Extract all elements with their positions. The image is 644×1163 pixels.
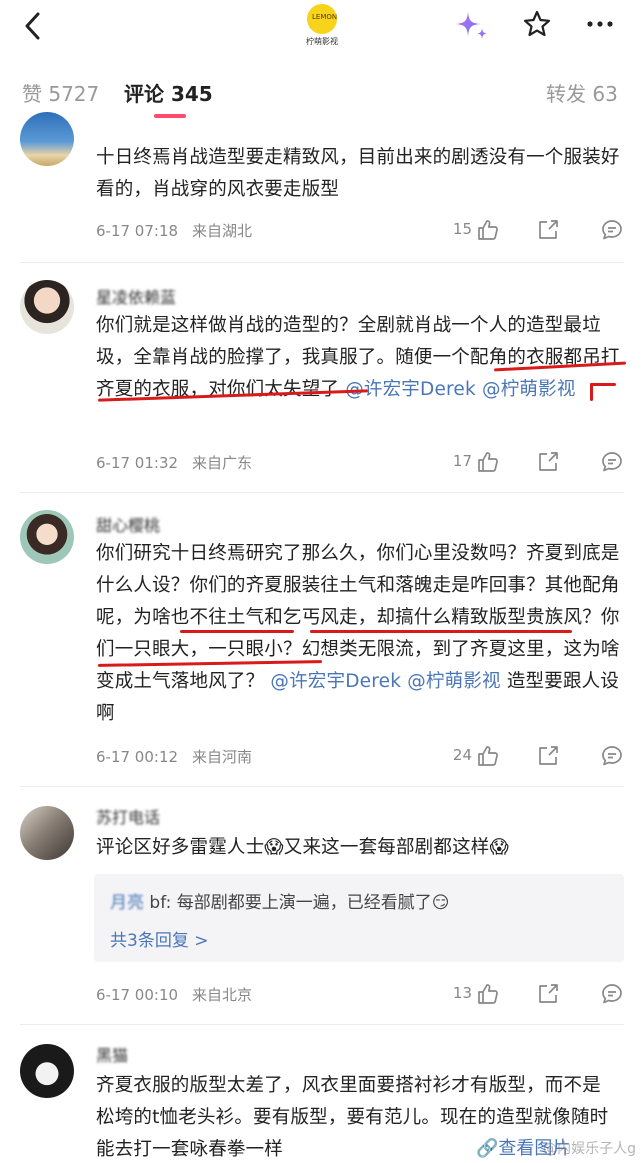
star-icon[interactable] — [522, 9, 552, 39]
tab-bar: 赞 5727 评论 345 转发 63 — [0, 68, 644, 118]
divider — [20, 1024, 624, 1025]
share-icon[interactable] — [536, 982, 560, 1006]
share-icon[interactable] — [536, 450, 560, 474]
username[interactable]: 黑猫 — [96, 1042, 128, 1066]
more-icon[interactable] — [585, 12, 615, 36]
comment-bubble-icon[interactable] — [600, 744, 624, 768]
divider — [20, 262, 624, 263]
divider — [20, 786, 624, 787]
share-icon[interactable] — [536, 218, 560, 242]
comment-actions: 17 — [446, 450, 626, 474]
thumb-up-icon[interactable] — [476, 450, 500, 474]
timestamp: 6-17 01:32 — [96, 454, 179, 472]
red-underline-mark — [590, 383, 616, 386]
username[interactable]: 甜心樱桃 — [96, 512, 160, 536]
comment-meta: 6-17 07:18 来自湖北 — [96, 220, 252, 241]
lemon-logo: LEMON 柠萌影视 — [299, 4, 345, 52]
comment-meta: 6-17 00:12 来自河南 — [96, 746, 252, 767]
thumb-up-icon[interactable] — [476, 218, 500, 242]
comment-actions: 24 — [446, 744, 626, 768]
mention-link[interactable]: @柠萌影视 — [407, 671, 501, 692]
comment-text: 十日终焉肖战造型要走精致风，目前出来的剧透没有一个服装好看的，肖战穿的风衣要走版… — [96, 147, 620, 200]
timestamp: 6-17 00:12 — [96, 748, 179, 766]
comment-bubble-icon[interactable] — [600, 450, 624, 474]
comment-meta: 6-17 00:10 来自北京 — [96, 984, 252, 1005]
comment-text: 你们研究十日终焉研究了那么久，你们心里没数吗？齐夏到底是什么人设？你们的齐夏服装… — [96, 538, 624, 730]
avatar[interactable] — [20, 1044, 74, 1098]
comment-actions: 15 — [446, 218, 626, 242]
comment-bubble-icon[interactable] — [600, 982, 624, 1006]
reply-text: bf: 每部剧都要上演一遍，已经看腻了😏 — [149, 893, 450, 913]
tab-reposts[interactable]: 转发 63 — [546, 78, 618, 107]
like-count: 15 — [452, 220, 472, 238]
share-icon[interactable] — [536, 744, 560, 768]
logo-badge: LEMON — [307, 4, 337, 34]
comment-bubble-icon[interactable] — [600, 218, 624, 242]
tab-comments[interactable]: 评论 345 — [124, 78, 213, 107]
link-icon: 🔗 — [476, 1138, 499, 1159]
comment-text: 评论区好多雷霆人士😱又来这一套每部剧都这样😱 — [96, 837, 509, 858]
username[interactable]: 星凌依赖蓝 — [96, 284, 176, 308]
avatar[interactable] — [20, 510, 74, 564]
active-tab-indicator — [154, 114, 186, 118]
timestamp: 6-17 00:10 — [96, 986, 179, 1004]
comment-meta: 6-17 01:32 来自广东 — [96, 452, 252, 473]
reply-username[interactable]: 月亮 — [110, 893, 144, 913]
logo-text: 柠萌影视 — [306, 37, 338, 46]
sparkle-icon[interactable] — [454, 10, 490, 42]
comment-body: 你们研究十日终焉研究了那么久，你们心里没数吗？齐夏到底是什么人设？你们的齐夏服装… — [96, 543, 620, 692]
like-count: 24 — [452, 746, 472, 764]
top-bar: LEMON 柠萌影视 — [0, 0, 644, 56]
location: 来自湖北 — [192, 222, 253, 240]
location: 来自广东 — [192, 454, 253, 472]
thumb-up-icon[interactable] — [476, 744, 500, 768]
username[interactable]: 苏打电话 — [96, 804, 160, 828]
red-underline-mark — [180, 630, 294, 633]
reply-preview[interactable]: 月亮 bf: 每部剧都要上演一遍，已经看腻了😏 共3条回复 > — [94, 874, 624, 962]
comment-actions: 13 — [446, 982, 626, 1006]
tab-likes[interactable]: 赞 5727 — [22, 78, 99, 107]
view-replies-link[interactable]: 共3条回复 > — [110, 926, 208, 951]
location: 来自河南 — [192, 748, 253, 766]
reply-line: 月亮 bf: 每部剧都要上演一遍，已经看腻了😏 — [110, 888, 449, 913]
like-count: 17 — [452, 452, 472, 470]
thumb-up-icon[interactable] — [476, 982, 500, 1006]
mention-link[interactable]: @柠萌影视 — [482, 379, 576, 400]
timestamp: 6-17 07:18 — [96, 222, 179, 240]
like-count: 13 — [452, 984, 472, 1002]
avatar[interactable] — [20, 280, 74, 334]
location: 来自北京 — [192, 986, 253, 1004]
avatar[interactable] — [20, 112, 74, 166]
red-underline-mark — [310, 630, 572, 633]
back-arrow-icon[interactable] — [18, 10, 50, 42]
avatar[interactable] — [20, 806, 74, 860]
divider — [20, 492, 624, 493]
watermark: @内娱乐子人g — [543, 1141, 636, 1157]
mention-link[interactable]: @许宏宇Derek — [270, 671, 401, 692]
